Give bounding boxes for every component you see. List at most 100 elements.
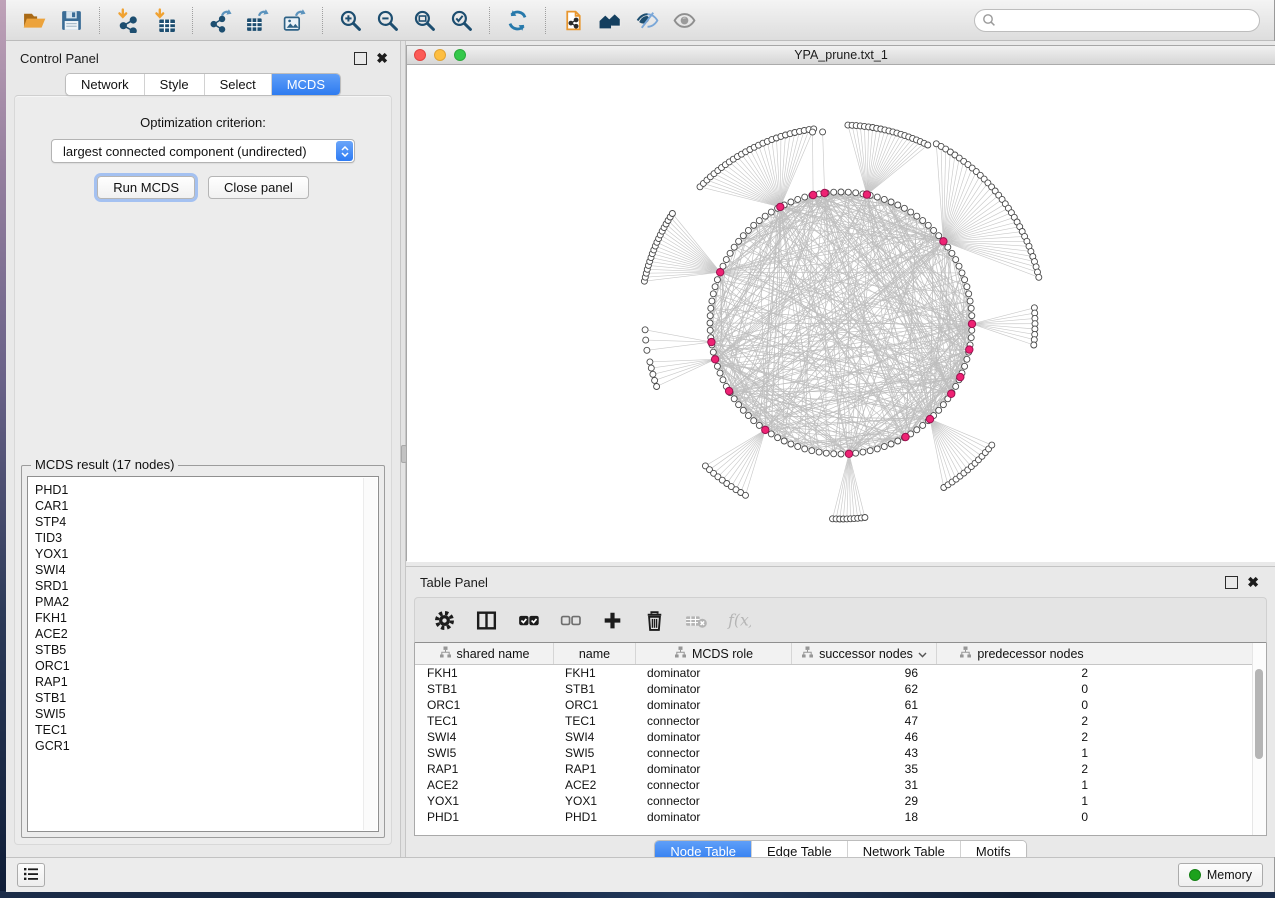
table-cell: STB1: [415, 682, 553, 696]
table-cell: TEC1: [415, 714, 553, 728]
table-cell: connector: [635, 778, 791, 792]
table-row[interactable]: SWI4SWI4dominator462: [415, 729, 1266, 745]
close-panel-button[interactable]: Close panel: [208, 176, 309, 199]
mcds-result-item[interactable]: ORC1: [35, 658, 378, 674]
table-cell: SWI4: [415, 730, 553, 744]
import-network-icon[interactable]: [109, 5, 146, 36]
close-table-panel-icon[interactable]: ✖: [1247, 577, 1259, 588]
import-table-icon[interactable]: [146, 5, 183, 36]
mcds-result-item[interactable]: RAP1: [35, 674, 378, 690]
export-table-icon[interactable]: [239, 5, 276, 36]
zoom-in-icon[interactable]: [332, 5, 369, 36]
mcds-result-item[interactable]: GCR1: [35, 738, 378, 754]
zoom-selected-icon[interactable]: [443, 5, 480, 36]
table-panel-title: Table Panel: [420, 575, 488, 590]
zoom-fit-icon[interactable]: [406, 5, 443, 36]
vertical-splitter[interactable]: [400, 41, 406, 857]
table-row[interactable]: ACE2ACE2connector311: [415, 777, 1266, 793]
refresh-icon[interactable]: [499, 5, 536, 36]
table-scrollbar[interactable]: [1252, 643, 1266, 835]
tab-mcds[interactable]: MCDS: [272, 74, 340, 95]
function-icon[interactable]: f(x): [719, 603, 757, 637]
table-cell: 1: [936, 746, 1106, 760]
table-cell: RAP1: [415, 762, 553, 776]
eye-icon[interactable]: [666, 5, 703, 36]
network-titlebar: YPA_prune.txt_1: [407, 46, 1275, 65]
main-content: Control Panel ✖ NetworkStyleSelectMCDS O…: [6, 41, 1274, 857]
eye-slash-icon[interactable]: [629, 5, 666, 36]
mcds-result-item[interactable]: YOX1: [35, 546, 378, 562]
table-cell: dominator: [635, 698, 791, 712]
table-row[interactable]: FKH1FKH1dominator962: [415, 665, 1266, 681]
table-row[interactable]: TEC1TEC1connector472: [415, 713, 1266, 729]
column-header-name[interactable]: name: [553, 643, 635, 664]
mcds-result-item[interactable]: ACE2: [35, 626, 378, 642]
plus-icon[interactable]: [593, 603, 631, 637]
mcds-result-item[interactable]: SWI4: [35, 562, 378, 578]
table-row[interactable]: ORC1ORC1dominator610: [415, 697, 1266, 713]
desktop-wallpaper-bottom: [0, 891, 1275, 898]
table-cell: 35: [791, 762, 936, 776]
tab-select[interactable]: Select: [205, 74, 272, 95]
trash-icon[interactable]: [635, 603, 673, 637]
table-row[interactable]: SWI5SWI5connector431: [415, 745, 1266, 761]
table-cell: dominator: [635, 682, 791, 696]
column-header-successor-nodes[interactable]: successor nodes: [791, 643, 936, 664]
zoom-out-icon[interactable]: [369, 5, 406, 36]
mcds-result-item[interactable]: CAR1: [35, 498, 378, 514]
memory-button[interactable]: Memory: [1178, 863, 1263, 887]
table-delete-icon[interactable]: [677, 603, 715, 637]
task-list-button[interactable]: [17, 863, 45, 887]
float-table-panel-icon[interactable]: [1225, 576, 1238, 589]
search-input[interactable]: [974, 9, 1260, 32]
network-title: YPA_prune.txt_1: [407, 48, 1275, 62]
mcds-result-item[interactable]: STP4: [35, 514, 378, 530]
split-columns-icon[interactable]: [467, 603, 505, 637]
optimization-criterion-select[interactable]: largest connected component (undirected): [51, 139, 355, 163]
table-scrollbar-thumb[interactable]: [1255, 669, 1263, 759]
save-icon[interactable]: [53, 5, 90, 36]
column-header-MCDS-role[interactable]: MCDS role: [635, 643, 791, 664]
select-all-icon[interactable]: [509, 603, 547, 637]
network-canvas[interactable]: [407, 65, 1275, 560]
mcds-result-list: PHD1CAR1STP4TID3YOX1SWI4SRD1PMA2FKH1ACE2…: [27, 476, 379, 832]
gear-icon[interactable]: [425, 603, 463, 637]
mcds-result-item[interactable]: STB1: [35, 690, 378, 706]
folder-open-icon[interactable]: [16, 5, 53, 36]
mcds-result-item[interactable]: STB5: [35, 642, 378, 658]
mcds-result-item[interactable]: TEC1: [35, 722, 378, 738]
table-toolbar: f(x): [414, 597, 1267, 643]
list-scrollbar[interactable]: [363, 478, 377, 830]
deselect-all-icon[interactable]: [551, 603, 589, 637]
tab-network[interactable]: Network: [66, 74, 145, 95]
table-row[interactable]: STB1STB1dominator620: [415, 681, 1266, 697]
table-row[interactable]: RAP1RAP1dominator352: [415, 761, 1266, 777]
table-cell: 29: [791, 794, 936, 808]
export-network-icon[interactable]: [202, 5, 239, 36]
document-share-icon[interactable]: [555, 5, 592, 36]
mcds-result-item[interactable]: SRD1: [35, 578, 378, 594]
mcds-result-item[interactable]: PMA2: [35, 594, 378, 610]
table-row[interactable]: YOX1YOX1connector291: [415, 793, 1266, 809]
search-icon: [982, 13, 996, 32]
close-panel-icon[interactable]: ✖: [376, 53, 388, 64]
table-row[interactable]: PHD1PHD1dominator180: [415, 809, 1266, 825]
svg-text:f(x): f(x): [727, 611, 751, 629]
run-mcds-button[interactable]: Run MCDS: [97, 176, 195, 199]
column-header-shared-name[interactable]: shared name: [415, 643, 553, 664]
node-table: shared namenameMCDS rolesuccessor nodesp…: [414, 643, 1267, 836]
houses-icon[interactable]: [592, 5, 629, 36]
table-cell: 1: [936, 778, 1106, 792]
mcds-result-item[interactable]: FKH1: [35, 610, 378, 626]
export-image-icon[interactable]: [276, 5, 313, 36]
mcds-result-item[interactable]: TID3: [35, 530, 378, 546]
float-panel-icon[interactable]: [354, 52, 367, 65]
tab-style[interactable]: Style: [145, 74, 205, 95]
mcds-result-item[interactable]: PHD1: [35, 482, 378, 498]
table-cell: FKH1: [553, 666, 635, 680]
table-cell: STB1: [553, 682, 635, 696]
mcds-result-item[interactable]: SWI5: [35, 706, 378, 722]
table-cell: SWI5: [415, 746, 553, 760]
column-header-predecessor-nodes[interactable]: predecessor nodes: [936, 643, 1106, 664]
table-cell: ORC1: [415, 698, 553, 712]
